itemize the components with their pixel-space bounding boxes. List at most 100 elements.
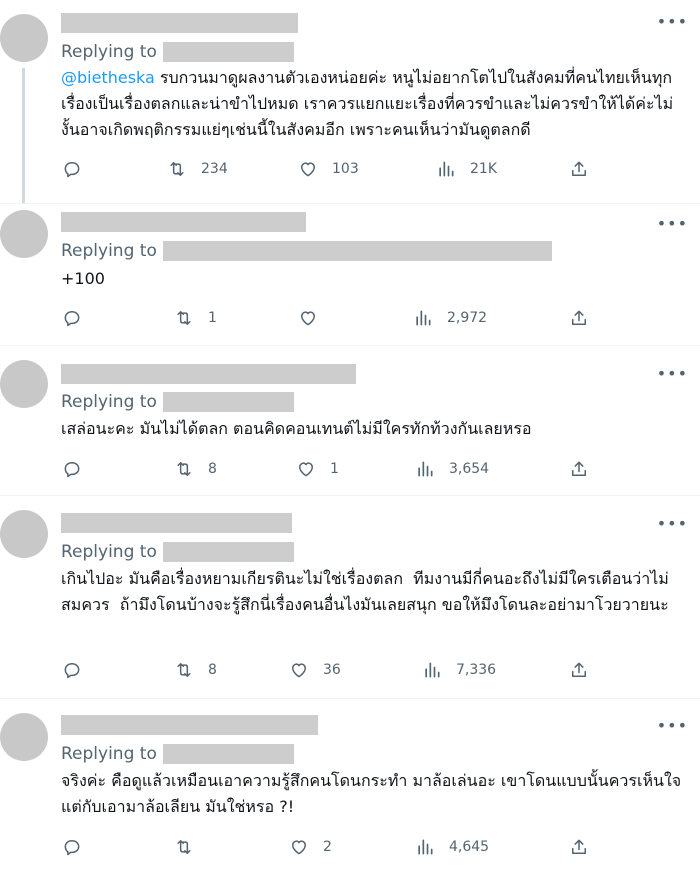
like-icon	[299, 462, 313, 477]
more-icon[interactable]: •••	[657, 14, 688, 30]
tweet-text-content: เกินไปอะ มันคือเรื่องหยามเกียรตินะไม่ใช่…	[61, 569, 669, 614]
replying-to-label: Replying to	[61, 392, 157, 412]
tweet-5[interactable]: ••• Replying to จริงค่ะ คือดูแล้วเหมือนเ…	[0, 699, 700, 869]
replying-to-label: Replying to	[61, 42, 157, 62]
tweet-text-content: +100	[61, 269, 105, 288]
views-icon	[425, 662, 440, 678]
author-name-redacted[interactable]	[61, 715, 318, 735]
views-button[interactable]: 2,972	[413, 307, 487, 329]
more-icon[interactable]: •••	[657, 216, 688, 232]
reply-button[interactable]	[62, 458, 82, 480]
share-icon	[572, 662, 586, 677]
share-button[interactable]	[569, 659, 589, 681]
author-name-redacted[interactable]	[61, 212, 306, 232]
replying-to-handle-redacted[interactable]	[162, 744, 294, 764]
reply-icon	[64, 162, 80, 178]
author-name-redacted[interactable]	[61, 364, 356, 384]
like-button[interactable]: 103	[298, 158, 359, 180]
retweet-icon	[177, 840, 191, 854]
share-button[interactable]	[569, 307, 589, 329]
tweet-text: @bietheska รบกวนมาดูผลงานตัวเองหน่อยค่ะ …	[61, 65, 686, 143]
more-icon[interactable]: •••	[657, 516, 688, 532]
retweet-count: 1	[208, 310, 217, 326]
more-icon[interactable]: •••	[657, 366, 688, 382]
share-icon	[572, 310, 586, 325]
views-button[interactable]: 21K	[436, 158, 497, 180]
avatar[interactable]	[0, 360, 48, 408]
views-count: 2,972	[447, 310, 488, 326]
retweet-button[interactable]: 234	[167, 158, 228, 180]
like-button[interactable]	[298, 307, 332, 329]
replying-to-handle-redacted[interactable]	[162, 392, 294, 412]
author-name-redacted[interactable]	[61, 13, 298, 33]
share-button[interactable]	[569, 158, 589, 180]
views-icon	[416, 310, 431, 326]
retweet-icon	[170, 162, 184, 176]
replying-to: Replying to	[61, 743, 294, 765]
tweet-2[interactable]: ••• Replying to +100 1 2,972	[0, 204, 700, 344]
share-icon	[572, 461, 586, 476]
like-button[interactable]: 2	[289, 836, 332, 858]
reply-button[interactable]	[62, 659, 82, 681]
replying-to-handle-redacted[interactable]	[162, 542, 294, 562]
replying-to: Replying to	[61, 391, 294, 413]
retweet-count: 8	[208, 662, 217, 678]
replying-to-label: Replying to	[61, 744, 157, 764]
retweet-button[interactable]	[174, 836, 208, 858]
reply-icon	[64, 311, 80, 327]
tweet-3[interactable]: ••• Replying to เสล่อนะคะ มันไม่ได้ตลก ต…	[0, 346, 700, 494]
retweet-icon	[177, 311, 191, 325]
replying-to-handle-redacted[interactable]	[162, 241, 552, 261]
retweet-button[interactable]: 8	[174, 659, 217, 681]
views-count: 3,654	[449, 461, 490, 477]
views-icon	[418, 461, 433, 477]
avatar[interactable]	[0, 510, 48, 558]
tweet-text: +100	[61, 266, 686, 292]
views-icon	[439, 161, 454, 177]
tweet-text: เกินไปอะ มันคือเรื่องหยามเกียรตินะไม่ใช่…	[61, 566, 686, 618]
tweet-4[interactable]: ••• Replying to เกินไปอะ มันคือเรื่องหยา…	[0, 496, 700, 697]
views-count: 7,336	[456, 662, 497, 678]
views-icon	[418, 839, 433, 855]
avatar[interactable]	[0, 713, 48, 761]
views-button[interactable]: 4,645	[415, 836, 489, 858]
replying-to-handle-redacted[interactable]	[162, 42, 294, 62]
share-icon	[572, 839, 586, 854]
mention-link[interactable]: @bietheska	[61, 68, 155, 87]
retweet-button[interactable]: 1	[174, 307, 217, 329]
retweet-count: 8	[208, 461, 217, 477]
tweet-text-content: จริงค่ะ คือดูแล้วเหมือนเอาความรู้สึกคนโด…	[61, 771, 687, 816]
retweet-icon	[177, 462, 191, 476]
thread-line	[22, 68, 25, 203]
views-button[interactable]: 3,654	[415, 458, 489, 480]
author-name-redacted[interactable]	[61, 513, 292, 533]
like-icon	[301, 162, 315, 177]
avatar[interactable]	[0, 14, 48, 62]
like-icon	[292, 840, 306, 855]
more-icon[interactable]: •••	[657, 718, 688, 734]
like-icon	[292, 663, 306, 678]
replying-to-label: Replying to	[61, 542, 157, 562]
like-button[interactable]: 36	[289, 659, 341, 681]
tweet-text: เสล่อนะคะ มันไม่ได้ตลก ตอนคิดคอนเทนต์ไม่…	[61, 416, 686, 442]
views-count: 21K	[470, 161, 497, 177]
reply-icon	[64, 840, 80, 856]
action-bar: 1 2,972	[0, 307, 700, 329]
share-button[interactable]	[569, 458, 589, 480]
reply-button[interactable]	[62, 158, 82, 180]
action-bar: 8 1 3,654	[0, 458, 700, 480]
tweet-1[interactable]: ••• Replying to @bietheska รบกวนมาดูผลงา…	[0, 0, 700, 203]
reply-icon	[64, 663, 80, 679]
replying-to: Replying to	[61, 541, 294, 563]
avatar[interactable]	[0, 210, 48, 258]
share-button[interactable]	[569, 836, 589, 858]
like-button[interactable]: 1	[296, 458, 339, 480]
retweet-count: 234	[201, 161, 228, 177]
like-count: 36	[323, 662, 341, 678]
views-button[interactable]: 7,336	[422, 659, 496, 681]
retweet-button[interactable]: 8	[174, 458, 217, 480]
reply-button[interactable]	[62, 307, 82, 329]
retweet-icon	[177, 663, 191, 677]
reply-button[interactable]	[62, 836, 82, 858]
action-bar: 234 103 21K	[0, 158, 700, 180]
